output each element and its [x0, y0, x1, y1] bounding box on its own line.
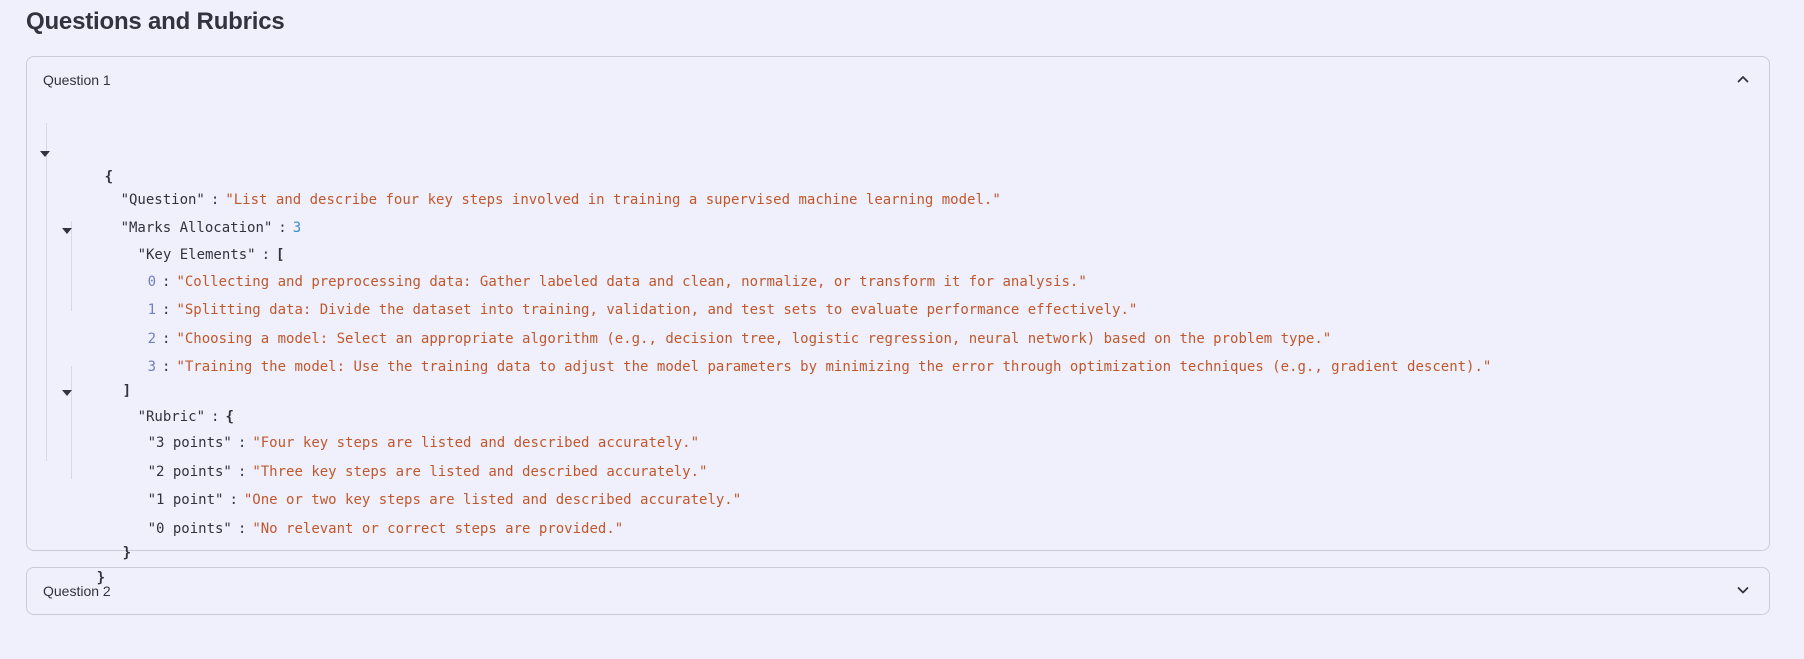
root-close-brace: } [96, 570, 106, 586]
triangle-down-icon[interactable] [40, 151, 50, 157]
key-element-item: 1: "Splitting data: Divide the dataset in… [147, 302, 1138, 318]
rubric-close: } [122, 545, 132, 561]
indent-guide [46, 123, 47, 461]
rubric-item: "0 points": "No relevant or correct steps… [147, 521, 624, 537]
question-2-expander: Question 2 [26, 567, 1770, 615]
rubric-row: "Rubric":{ [137, 409, 234, 425]
question-1-expander: Question 1 { "Question": "List and descri… [26, 56, 1770, 586]
page-title: Questions and Rubrics [26, 8, 285, 35]
root-open-brace: { [104, 169, 114, 185]
key-elements-close: ] [122, 383, 132, 399]
chevron-down-icon[interactable] [1735, 582, 1751, 598]
question-2-header[interactable]: Question 2 [27, 568, 1769, 614]
triangle-down-icon[interactable] [62, 228, 72, 234]
key-element-item: 3: "Training the model: Use the training … [147, 359, 1492, 375]
marks-value: 3 [292, 220, 302, 236]
rubric-item: "1 point": "One or two key steps are list… [147, 492, 742, 508]
question-2-label: Question 2 [43, 583, 111, 599]
marks-row: "Marks Allocation":3 [120, 220, 302, 236]
question-1-label: Question 1 [43, 72, 111, 88]
question-1-header[interactable]: Question 1 [27, 57, 1769, 103]
key-elements-row: "Key Elements":[ [137, 247, 285, 263]
key-element-item: 0: "Collecting and preprocessing data: Ga… [147, 274, 1087, 290]
triangle-down-icon[interactable] [62, 390, 72, 396]
rubric-item: "3 points": "Four key steps are listed an… [147, 435, 700, 451]
chevron-up-icon[interactable] [1735, 71, 1751, 87]
rubric-item: "2 points": "Three key steps are listed a… [147, 464, 708, 480]
question-row: "Question": "List and describe four key s… [120, 192, 1001, 208]
key-element-item: 2: "Choosing a model: Select an appropria… [147, 331, 1332, 347]
question-value: "List and describe four key steps involv… [225, 192, 1001, 208]
